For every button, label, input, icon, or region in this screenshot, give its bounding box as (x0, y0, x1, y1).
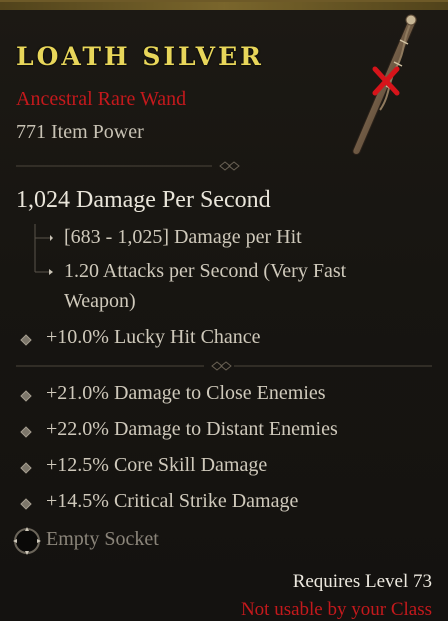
tooltip-top-border (0, 2, 448, 10)
affix-core-skill: +12.5% Core Skill Damage (46, 454, 268, 476)
item-name: LOATH SILVER (16, 42, 264, 71)
diamond-bullet-icon (20, 498, 32, 510)
damage-per-second: 1,024 Damage Per Second (16, 187, 271, 213)
diamond-bullet-icon (20, 390, 32, 402)
affix-critical-strike: +14.5% Critical Strike Damage (46, 490, 299, 512)
attacks-per-second-line-1: 1.20 Attacks per Second (Very Fast (64, 260, 347, 282)
class-restriction-warning: Not usable by your Class (240, 599, 432, 620)
item-type: Ancestral Rare Wand (16, 88, 187, 110)
implicit-affix: +10.0% Lucky Hit Chance (46, 326, 261, 348)
affix-distant-enemies: +22.0% Damage to Distant Enemies (46, 418, 338, 440)
stat-tree-connector (34, 224, 53, 273)
attacks-per-second-line-2: Weapon) (64, 290, 136, 312)
damage-per-hit: [683 - 1,025] Damage per Hit (64, 226, 302, 248)
section-divider (16, 161, 240, 171)
empty-socket-label: Empty Socket (46, 528, 159, 550)
empty-socket-icon (13, 527, 41, 555)
item-power: 771 Item Power (16, 121, 144, 143)
item-tooltip: LOATH SILVER Ancestral Rare Wand 771 Ite… (0, 0, 448, 621)
requires-level: Requires Level 73 (292, 571, 432, 592)
red-x-icon (372, 66, 400, 96)
arrow-bullet-icon (49, 269, 53, 275)
diamond-bullet-icon (20, 426, 32, 438)
affix-close-enemies: +21.0% Damage to Close Enemies (46, 382, 326, 404)
section-divider (16, 361, 432, 371)
diamond-bullet-icon (20, 334, 32, 346)
diamond-bullet-icon (20, 462, 32, 474)
